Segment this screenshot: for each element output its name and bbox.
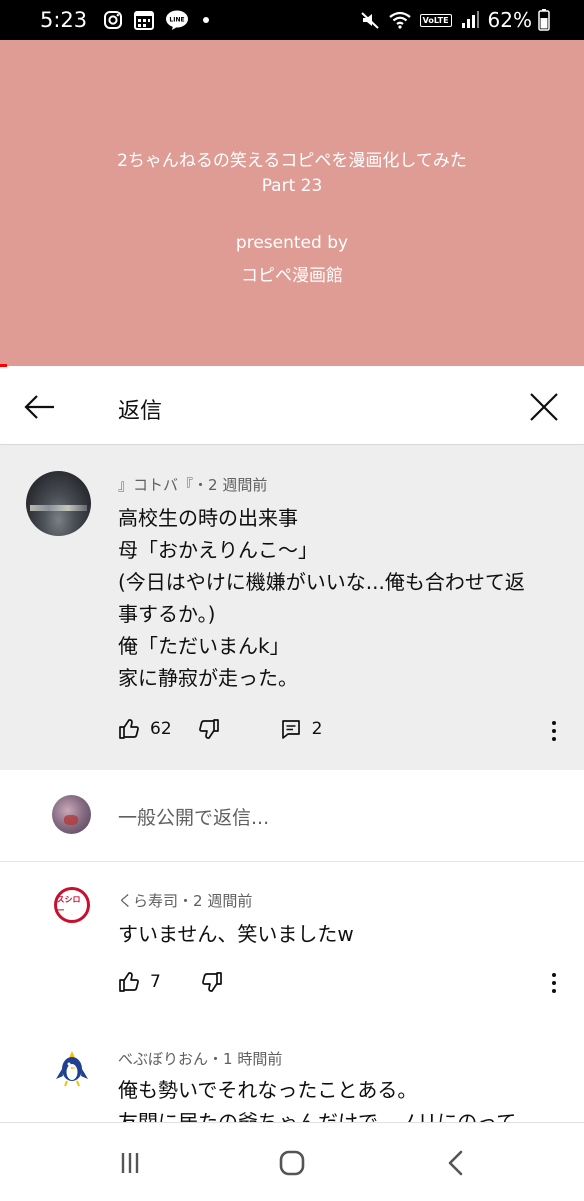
video-title-line2: Part 23: [261, 176, 323, 196]
nav-back-button[interactable]: [436, 1145, 476, 1181]
reply-meta: くら寿司・2 週間前: [118, 890, 252, 911]
calendar-icon: [133, 9, 155, 31]
line-icon: LINE: [165, 9, 189, 31]
penguin-character-icon: [55, 1050, 88, 1086]
comment-body: 高校生の時の出来事 母「おかえりんこ〜」 (今日はやけに機嫌がいいな...俺も合…: [118, 502, 568, 694]
comment-actions: 62 2: [118, 718, 348, 740]
comment-author[interactable]: 』コトバ『: [118, 476, 193, 494]
avatar[interactable]: [52, 1048, 91, 1087]
dislike-button[interactable]: [198, 718, 220, 740]
avatar[interactable]: スシロー: [52, 885, 91, 924]
reply-input-row: 一般公開で返信...: [0, 770, 584, 862]
comment-meta: 』コトバ『・2 週間前: [118, 474, 267, 495]
video-channel-name: コピペ漫画館: [241, 266, 343, 286]
comment-line: 高校生の時の出来事: [118, 506, 298, 530]
like-count: 62: [150, 719, 172, 739]
comment-line: (今日はやけに機嫌がいいな...俺も合わせて返: [118, 570, 525, 594]
close-button[interactable]: [524, 387, 564, 427]
thumbs-down-icon: [201, 972, 222, 992]
like-count: 7: [150, 972, 161, 992]
back-button[interactable]: [18, 387, 58, 427]
signal-icon: [460, 10, 480, 30]
reply-button[interactable]: 2: [280, 718, 323, 740]
reply-text: 俺も勢いでそれなったことある。: [118, 1078, 418, 1102]
mute-icon: [360, 10, 380, 30]
status-bar-left: 5:23 LINE: [40, 8, 210, 32]
arrow-left-icon: [24, 395, 54, 419]
status-bar-right: VoLTE 62%: [360, 8, 558, 32]
reply-item: スシロー くら寿司・2 週間前 すいません、笑いましたw 7: [0, 862, 584, 1032]
status-bar: 5:23 LINE VoLTE 62%: [0, 0, 584, 40]
avatar[interactable]: [26, 471, 91, 536]
home-icon: [279, 1150, 305, 1176]
comment-line: 俺「ただいまんk」: [118, 634, 290, 658]
parent-comment: 』コトバ『・2 週間前 高校生の時の出来事 母「おかえりんこ〜」 (今日はやけに…: [0, 446, 584, 770]
system-nav-bar: [0, 1122, 584, 1201]
comment-line: 家に静寂が走った。: [118, 666, 298, 690]
reply-text: すいません、笑いましたw: [118, 922, 354, 946]
volte-icon: VoLTE: [419, 13, 452, 27]
reply-time: 1 時間前: [223, 1050, 283, 1068]
thumbs-up-icon: [119, 719, 139, 739]
video-presented-by: presented by: [235, 233, 349, 253]
wifi-icon: [388, 10, 412, 30]
reply-actions: 7: [118, 971, 249, 993]
reply-time: 2 週間前: [193, 892, 253, 910]
more-options-button[interactable]: [544, 717, 564, 745]
video-player[interactable]: 2ちゃんねるの笑えるコピペを漫画化してみた Part 23 presented …: [0, 40, 584, 366]
battery-icon: [538, 9, 550, 31]
instagram-icon: [103, 10, 123, 30]
like-button[interactable]: 62: [118, 718, 172, 740]
reply-meta: べぶぼりおん・1 時間前: [118, 1048, 282, 1069]
meta-separator: ・: [178, 892, 194, 910]
back-icon: [448, 1150, 463, 1176]
recent-apps-icon: [121, 1153, 139, 1173]
meta-separator: ・: [208, 1050, 224, 1068]
reply-input[interactable]: 一般公開で返信...: [118, 803, 269, 830]
user-avatar: [52, 795, 91, 834]
meta-separator: ・: [193, 476, 209, 494]
reply-count: 2: [311, 719, 323, 739]
more-options-button[interactable]: [544, 969, 564, 997]
reply-text-line2: 友関に居たの爺ちゃんだけで、ノリにのって: [118, 1110, 517, 1122]
battery-percent: 62%: [487, 8, 532, 32]
comment-icon: [281, 720, 300, 739]
recent-apps-button[interactable]: [110, 1145, 150, 1181]
home-button[interactable]: [272, 1145, 312, 1181]
clock: 5:23: [40, 8, 88, 32]
close-icon: [530, 393, 558, 421]
sushi-logo-icon: スシロー: [53, 886, 90, 923]
video-title-line1: 2ちゃんねるの笑えるコピペを漫画化してみた: [117, 151, 467, 171]
like-button[interactable]: 7: [118, 971, 161, 993]
comment-line: 事するか。): [118, 602, 216, 626]
replies-header-title: 返信: [118, 399, 163, 424]
comment-line: 母「おかえりんこ〜」: [118, 538, 318, 562]
svg-text:LINE: LINE: [170, 17, 185, 24]
reply-item: べぶぼりおん・1 時間前 俺も勢いでそれなったことある。 友関に居たの爺ちゃんだ…: [0, 1032, 584, 1122]
reply-author[interactable]: くら寿司: [118, 892, 178, 910]
thumbs-up-icon: [119, 972, 139, 992]
comment-time: 2 週間前: [208, 476, 268, 494]
replies-header: 返信: [0, 367, 584, 445]
reply-author[interactable]: べぶぼりおん: [118, 1050, 208, 1068]
thumbs-down-icon: [198, 719, 219, 739]
dislike-button[interactable]: [201, 971, 223, 993]
notification-dot-icon: [203, 17, 210, 23]
